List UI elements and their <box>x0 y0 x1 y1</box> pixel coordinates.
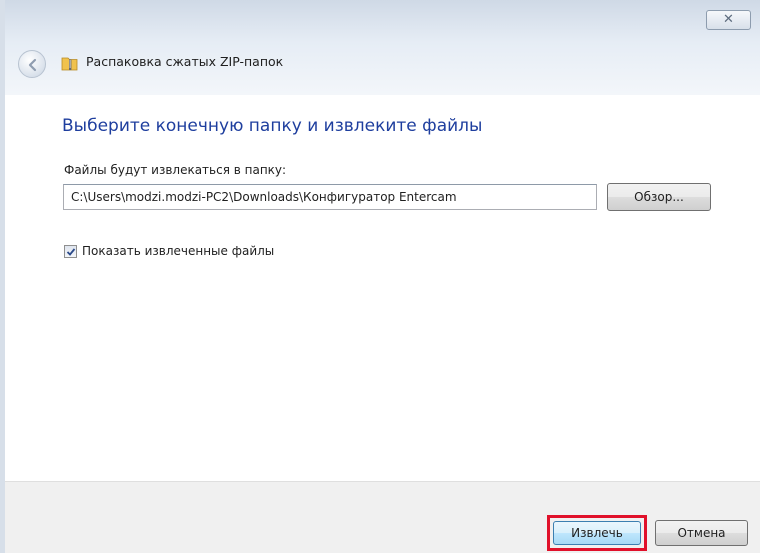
page-heading: Выберите конечную папку и извлеките файл… <box>62 116 483 136</box>
close-button[interactable]: ✕ <box>706 10 751 30</box>
destination-path-input[interactable]: C:\Users\modzi.modzi-PC2\Downloads\Конфи… <box>63 184 597 210</box>
show-files-checkbox[interactable] <box>64 245 77 258</box>
back-arrow-icon <box>28 58 37 72</box>
title-bar <box>5 0 760 95</box>
cancel-button[interactable]: Отмена <box>655 520 748 546</box>
show-files-label[interactable]: Показать извлеченные файлы <box>82 244 274 258</box>
checkmark-icon <box>66 248 76 256</box>
extract-button[interactable]: Извлечь <box>553 521 641 545</box>
window-title: Распаковка сжатых ZIP-папок <box>86 54 284 69</box>
zip-folder-icon <box>61 57 78 71</box>
browse-button[interactable]: Обзор... <box>607 183 711 211</box>
back-button[interactable] <box>18 50 46 78</box>
destination-label: Файлы будут извлекаться в папку: <box>64 163 287 177</box>
close-icon: ✕ <box>723 12 734 27</box>
